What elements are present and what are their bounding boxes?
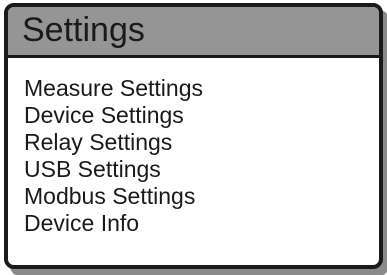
- menu-item-relay-settings[interactable]: Relay Settings: [24, 129, 203, 156]
- settings-screen: Settings Measure Settings Device Setting…: [4, 3, 383, 269]
- title-bar: Settings: [8, 7, 379, 58]
- menu-item-measure-settings[interactable]: Measure Settings: [24, 75, 203, 102]
- menu-item-device-info[interactable]: Device Info: [24, 210, 203, 237]
- settings-menu: Measure Settings Device Settings Relay S…: [24, 75, 203, 237]
- page-title: Settings: [22, 11, 145, 49]
- menu-item-usb-settings[interactable]: USB Settings: [24, 156, 203, 183]
- menu-item-modbus-settings[interactable]: Modbus Settings: [24, 183, 203, 210]
- menu-item-device-settings[interactable]: Device Settings: [24, 102, 203, 129]
